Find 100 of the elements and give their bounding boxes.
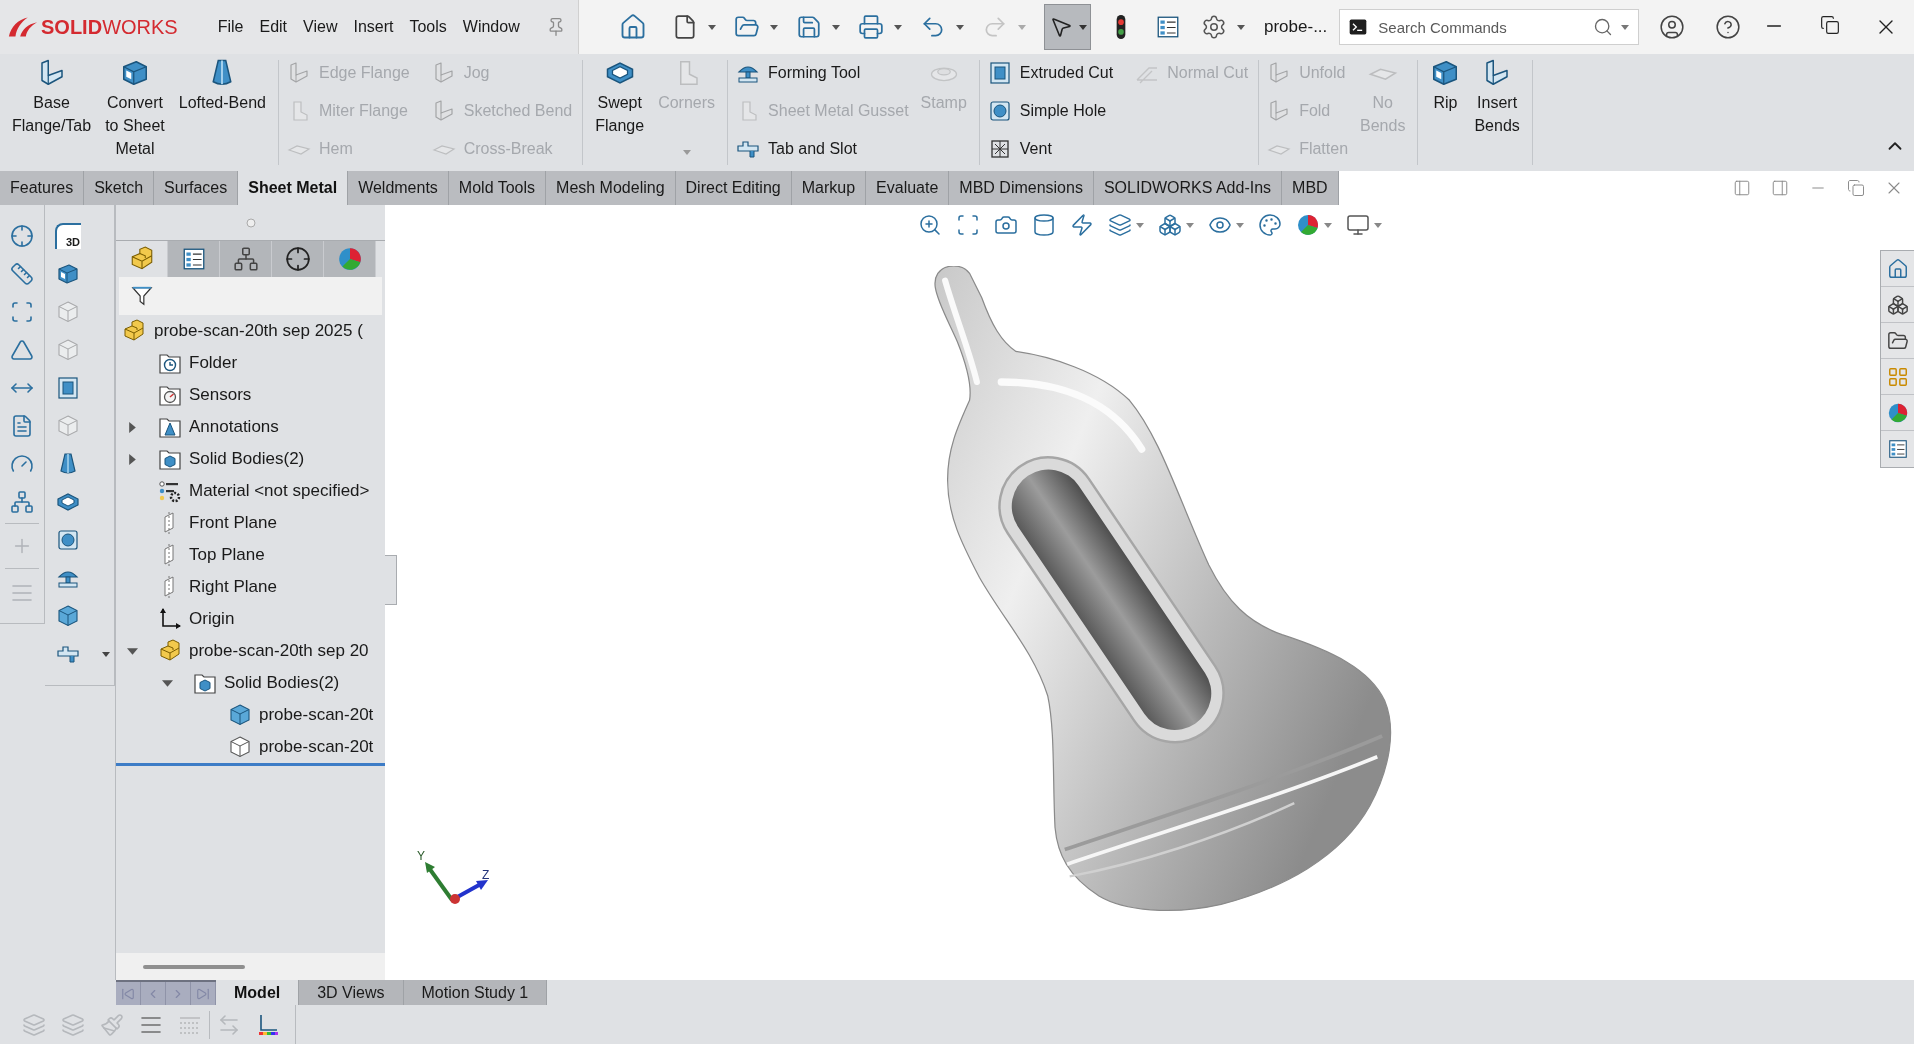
select-tool-button[interactable] [1044,4,1091,50]
printer-icon[interactable] [858,14,884,40]
new-document-icon[interactable] [672,14,698,40]
scan-icon[interactable] [10,300,34,324]
sketch-3d-button[interactable]: 3D [55,223,81,249]
tree-item[interactable]: Right Plane [189,574,277,600]
ribbon-button[interactable]: Vent [987,130,1116,168]
framed-square-icon[interactable] [56,376,80,400]
house-icon[interactable] [619,13,647,41]
caret-icon[interactable] [1235,222,1244,228]
caret-icon[interactable] [1323,222,1332,228]
command-tab[interactable]: Markup [791,171,867,205]
ribbon-button[interactable]: Forming Tool [736,54,911,92]
caret-icon[interactable] [770,24,778,30]
boxes-icon[interactable] [1886,293,1909,316]
panel-tab[interactable] [220,241,272,277]
command-tab[interactable]: SOLIDWORKS Add-Ins [1093,171,1283,205]
ribbon-button[interactable]: Insert Bends [1470,54,1524,137]
help-icon[interactable] [1715,14,1742,40]
menu-item[interactable]: Insert [345,11,402,43]
tree-item[interactable]: Solid Bodies(2) [224,670,340,696]
tree-item[interactable]: Solid Bodies(2) [189,446,305,472]
save-icon[interactable] [796,14,822,40]
list-icon[interactable] [1886,438,1909,460]
cylinder-icon[interactable] [1031,213,1056,237]
tree-item[interactable]: Front Plane [189,510,277,536]
ribbon-button[interactable]: Swept Flange [591,54,649,137]
caret-icon[interactable] [1185,222,1194,228]
panel-splitter-handle[interactable] [385,555,397,605]
camera-icon[interactable] [993,213,1018,237]
menu-item[interactable]: Window [454,11,528,43]
command-tab[interactable]: Mesh Modeling [546,171,676,205]
restore-icon[interactable] [1820,15,1840,35]
tree-item[interactable]: Annotations [189,414,279,440]
tree-item[interactable]: Top Plane [189,542,265,568]
ribbon-button[interactable]: Lofted-Bend [174,54,270,114]
drag-handle-icon[interactable] [245,217,256,228]
command-tab[interactable]: Direct Editing [675,171,792,205]
ribbon-button[interactable]: Extruded Cut [987,54,1116,92]
command-tab[interactable]: Weldments [348,171,449,205]
collapse-arrow-icon[interactable] [161,677,173,689]
caret-icon[interactable] [894,24,902,30]
menu-item[interactable]: File [209,11,252,43]
command-tab[interactable]: Mold Tools [448,171,547,205]
network-icon[interactable] [10,490,34,514]
tree-item[interactable]: probe-scan-20t [259,734,374,760]
panel-tab[interactable] [168,241,220,277]
caret-icon[interactable] [1373,222,1382,228]
horizontal-scrollbar[interactable] [143,964,245,969]
menu-item[interactable]: View [295,11,346,43]
folder-icon[interactable] [734,14,760,40]
ribbon-button[interactable]: Base Flange/Tab [8,54,96,137]
scan-icon[interactable] [955,213,980,237]
ruler-icon[interactable] [10,262,34,286]
command-tab[interactable]: MBD Dimensions [949,171,1094,205]
tree-item[interactable]: Origin [189,606,235,632]
command-tab[interactable]: Sketch [84,171,155,205]
ribbon-button[interactable]: Rip [1426,54,1465,114]
command-tab[interactable]: Features [0,171,85,205]
menu-item[interactable]: Edit [251,11,296,43]
folder-icon[interactable] [1886,329,1909,352]
expand-arrow-icon[interactable] [126,421,138,433]
caret-icon[interactable] [1135,222,1144,228]
house-icon[interactable] [1886,257,1909,280]
model-tab[interactable]: Motion Study 1 [403,980,548,1005]
cube-icon[interactable] [56,604,80,628]
caret-icon[interactable] [1237,24,1245,30]
command-tab[interactable]: Surfaces [154,171,239,205]
triangle-icon[interactable] [10,338,34,362]
tree-item[interactable]: probe-scan-20th sep 2025 ( [154,318,363,344]
zoom-in-icon[interactable] [917,213,942,237]
caret-icon[interactable] [102,651,110,657]
filter-field[interactable] [119,277,382,315]
list-icon[interactable] [1155,14,1181,40]
collapse-arrow-icon[interactable] [126,645,138,657]
hole-icon[interactable] [56,528,80,552]
caret-icon[interactable] [832,24,840,30]
user-icon[interactable] [1659,14,1686,40]
open-box-icon[interactable] [56,262,80,286]
panel-tab[interactable] [272,241,324,277]
ribbon-button[interactable]: Convert to Sheet Metal [101,54,169,160]
ribbon-button[interactable]: Tab and Slot [736,130,911,168]
sphere-icon[interactable] [1886,401,1909,424]
caret-icon[interactable] [1078,24,1087,30]
model-tab[interactable]: 3D Views [299,980,404,1005]
tree-item[interactable]: probe-scan-20th sep 20 [189,638,369,664]
caret-icon[interactable] [708,24,716,30]
sphere-icon[interactable] [1295,213,1320,237]
tree-item[interactable]: Sensors [189,382,252,408]
caret-icon[interactable] [956,24,964,30]
tree-item[interactable]: Material <not specified> [189,478,370,504]
layers-icon[interactable] [1107,213,1132,237]
search-field[interactable]: Search Commands [1339,9,1640,45]
caret-icon[interactable] [1621,25,1630,30]
palette-icon[interactable] [1257,213,1282,237]
ribbon-button[interactable]: Simple Hole [987,92,1116,130]
crosshair-icon[interactable] [10,224,34,248]
monitor-icon[interactable] [1345,213,1370,237]
lightning-icon[interactable] [1069,213,1094,237]
settings-icon[interactable] [1201,14,1227,40]
